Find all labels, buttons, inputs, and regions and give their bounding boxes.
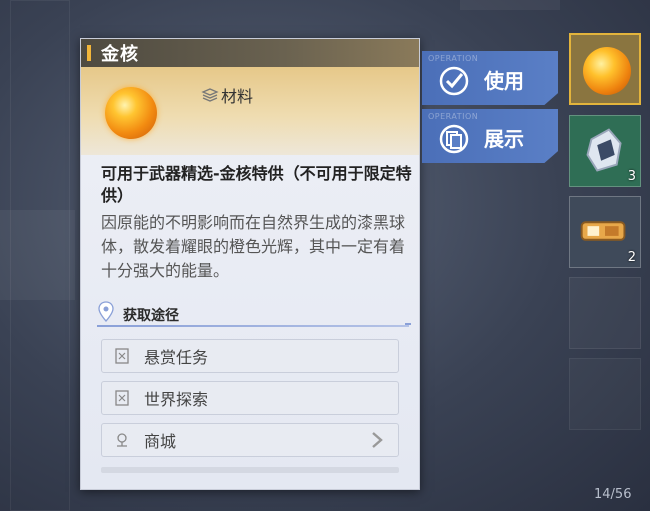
description-title: 可用于武器精选-金核特供（不可用于限定特供） <box>101 164 412 205</box>
scroll-icon <box>115 348 129 364</box>
source-label: 获取途径 <box>123 308 179 324</box>
source-divider <box>97 325 409 327</box>
shop-icon <box>117 433 127 447</box>
inventory-slot-empty[interactable] <box>569 277 641 349</box>
scroll-more-indicator <box>101 467 399 473</box>
inventory-slot-empty[interactable] <box>569 358 641 430</box>
inventory-slot-gear-part[interactable]: 2 <box>569 196 641 268</box>
title-accent-bar <box>87 45 91 61</box>
operation-tag: OPERATION <box>428 54 479 63</box>
background-panel <box>460 0 560 10</box>
inventory-slot-crystal[interactable]: 3 <box>569 115 641 187</box>
use-button[interactable]: OPERATION 使用 <box>422 51 558 105</box>
item-detail-panel: 金核 材料 可用于武器精选-金核特供（不可用于限定特供） 因原能的不明影响而在自… <box>80 38 420 490</box>
use-label: 使用 <box>484 69 524 93</box>
source-label-bounty: 悬赏任务 <box>144 348 209 367</box>
scroll-icon <box>115 390 129 406</box>
source-bounty-button[interactable]: 悬赏任务 <box>101 339 399 373</box>
source-label-explore: 世界探索 <box>144 390 209 409</box>
source-explore-button[interactable]: 世界探索 <box>101 381 399 415</box>
source-shop-button[interactable]: 商城 <box>101 423 399 457</box>
display-button[interactable]: OPERATION 展示 <box>422 109 558 163</box>
display-label: 展示 <box>484 127 524 151</box>
slot-count: 3 <box>627 169 636 184</box>
source-label-shop: 商城 <box>144 432 177 451</box>
item-banner: 材料 <box>81 67 419 155</box>
inventory-slot-gold-core[interactable] <box>569 33 641 105</box>
background-panel <box>0 210 75 300</box>
page-counter: 14/56 <box>594 487 632 502</box>
category-label: 材料 <box>221 87 254 106</box>
source-header: 获取途径 <box>95 301 411 327</box>
panel-header: 金核 <box>81 39 419 67</box>
operation-tag: OPERATION <box>428 112 479 121</box>
gold-core-icon <box>105 87 157 139</box>
gold-core-icon <box>583 47 631 95</box>
location-pin-icon <box>98 301 114 322</box>
source-divider-tick <box>405 323 411 325</box>
check-icon <box>439 66 469 96</box>
chevron-right-icon <box>372 432 383 448</box>
description-body: 因原能的不明影响而在自然界生成的漆黑球体，散发着耀眼的橙色光辉，其中一定有着十分… <box>101 213 406 280</box>
item-title: 金核 <box>101 44 139 65</box>
cards-icon <box>439 124 469 154</box>
item-category: 材料 <box>201 83 253 107</box>
layers-icon <box>201 88 219 102</box>
slot-count: 2 <box>627 250 636 265</box>
